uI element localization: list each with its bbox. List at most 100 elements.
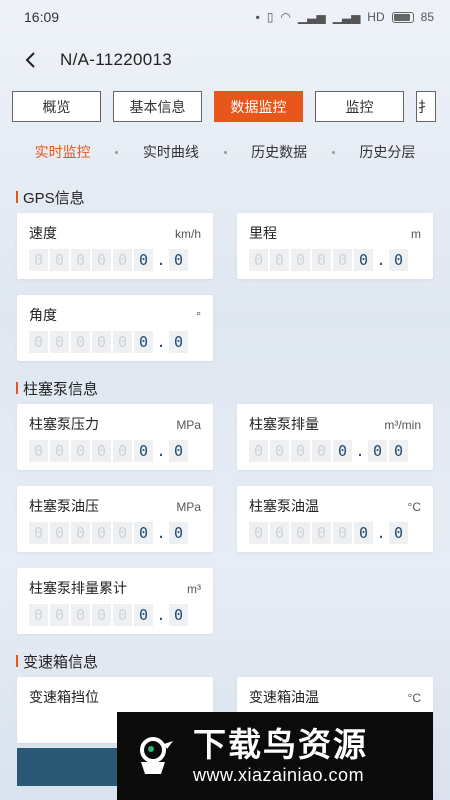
notification-icon: ▪ bbox=[255, 10, 260, 24]
card-label: 角度 bbox=[29, 307, 57, 323]
main-tabs: 概览 基本信息 数据监控 监控 扌 bbox=[0, 86, 450, 130]
tab-label: 扌 bbox=[418, 98, 432, 115]
watermark-title: 下载鸟资源 bbox=[193, 726, 368, 763]
card-row: 柱塞泵压力 MPa 000000.0 柱塞泵排量 m³/min 00000.00 bbox=[17, 404, 433, 470]
angle-card: 角度 ° 000000.0 bbox=[17, 295, 213, 361]
digit-cell: 0 bbox=[291, 249, 310, 271]
digit-cell: 0 bbox=[29, 249, 48, 271]
tab-data-monitoring[interactable]: 数据监控 bbox=[214, 91, 303, 122]
digit-cell: 0 bbox=[92, 249, 111, 271]
network-type-label: HD bbox=[367, 10, 385, 24]
card-unit: °C bbox=[407, 691, 421, 705]
tab-label: 监控 bbox=[345, 98, 374, 115]
status-time: 16:09 bbox=[24, 9, 60, 25]
subtab-history-layers[interactable]: 历史分层 bbox=[335, 142, 440, 162]
signal-icon: ▁▃▅ bbox=[297, 10, 326, 24]
digit-cell: 0 bbox=[134, 522, 153, 544]
card-head: 里程 m bbox=[249, 223, 421, 243]
section-header-gps: GPS信息 bbox=[16, 186, 433, 208]
section-marker bbox=[16, 382, 18, 394]
section-title: 变速箱信息 bbox=[23, 653, 99, 671]
tab-basic-info[interactable]: 基本信息 bbox=[113, 91, 202, 122]
digit-display: 000000.0 bbox=[29, 604, 201, 626]
vibrate-icon: ▯ bbox=[266, 10, 274, 24]
digit-cell: 0 bbox=[134, 604, 153, 626]
digit-cell: 0 bbox=[92, 522, 111, 544]
subtab-realtime-monitor[interactable]: 实时监控 bbox=[10, 142, 115, 162]
decimal-point: . bbox=[156, 606, 166, 624]
monitor-content: GPS信息 速度 km/h 000000.0 里程 m 000000.0 角度 … bbox=[0, 186, 450, 743]
pump-total-displacement-card: 柱塞泵排量累计 m³ 000000.0 bbox=[17, 568, 213, 634]
card-row: 柱塞泵排量累计 m³ 000000.0 bbox=[17, 568, 433, 634]
card-row: 角度 ° 000000.0 bbox=[17, 295, 433, 361]
digit-cell: 0 bbox=[249, 249, 268, 271]
decimal-point: . bbox=[156, 333, 166, 351]
tab-overview[interactable]: 概览 bbox=[12, 91, 101, 122]
subtab-history-data[interactable]: 历史数据 bbox=[227, 142, 332, 162]
digit-cell: 0 bbox=[249, 522, 268, 544]
digit-cell: 0 bbox=[92, 331, 111, 353]
status-bar: 16:09 ▪ ▯ ◠ ▁▃▅ ▁▃▅ HD 85 bbox=[0, 0, 450, 34]
digit-cell: 0 bbox=[50, 604, 69, 626]
tab-monitoring[interactable]: 监控 bbox=[315, 91, 404, 122]
digit-cell: 0 bbox=[92, 604, 111, 626]
status-icons: ▪ ▯ ◠ ▁▃▅ ▁▃▅ HD 85 bbox=[256, 10, 434, 24]
digit-cell: 0 bbox=[169, 331, 188, 353]
battery-level: 85 bbox=[420, 10, 434, 24]
card-head: 速度 km/h bbox=[29, 223, 201, 243]
digit-cell: 0 bbox=[389, 440, 408, 462]
card-head: 变速箱油温 °C bbox=[249, 687, 421, 707]
card-label: 柱塞泵排量累计 bbox=[29, 580, 127, 596]
card-label: 变速箱挡位 bbox=[29, 689, 99, 705]
card-label: 速度 bbox=[29, 225, 57, 241]
decimal-point: . bbox=[156, 524, 166, 542]
card-unit: m³/min bbox=[384, 418, 421, 432]
watermark-banner: 下载鸟资源 www.xiazainiao.com bbox=[117, 712, 433, 800]
digit-cell: 0 bbox=[50, 522, 69, 544]
card-unit: m³ bbox=[187, 582, 201, 596]
digit-cell: 0 bbox=[333, 522, 352, 544]
decimal-point: . bbox=[156, 442, 166, 460]
pump-displacement-card: 柱塞泵排量 m³/min 00000.00 bbox=[237, 404, 433, 470]
digit-cell: 0 bbox=[270, 522, 289, 544]
card-head: 柱塞泵压力 MPa bbox=[29, 414, 201, 434]
digit-cell: 0 bbox=[113, 249, 132, 271]
digit-cell: 0 bbox=[50, 331, 69, 353]
card-unit: km/h bbox=[174, 227, 201, 241]
digit-cell: 0 bbox=[71, 440, 90, 462]
digit-cell: 0 bbox=[312, 249, 331, 271]
card-unit: ° bbox=[196, 309, 201, 323]
back-button[interactable] bbox=[16, 46, 44, 74]
digit-cell: 0 bbox=[113, 331, 132, 353]
watermark-text: 下载鸟资源 www.xiazainiao.com bbox=[193, 726, 368, 786]
tab-more[interactable]: 扌 bbox=[416, 91, 436, 122]
title-bar: N/A-11220013 bbox=[0, 34, 450, 86]
watermark-url: www.xiazainiao.com bbox=[193, 765, 365, 785]
digit-cell: 0 bbox=[333, 440, 352, 462]
digit-cell: 0 bbox=[291, 522, 310, 544]
sub-tabs: 实时监控 实时曲线 历史数据 历史分层 bbox=[0, 130, 450, 174]
card-label: 柱塞泵油温 bbox=[249, 498, 319, 514]
decimal-point: . bbox=[376, 524, 386, 542]
digit-display: 000000.0 bbox=[29, 440, 201, 462]
card-label: 里程 bbox=[249, 225, 277, 241]
card-unit: MPa bbox=[176, 500, 201, 514]
digit-cell: 0 bbox=[249, 440, 268, 462]
pump-pressure-card: 柱塞泵压力 MPa 000000.0 bbox=[17, 404, 213, 470]
decimal-point: . bbox=[355, 442, 365, 460]
card-head: 柱塞泵排量 m³/min bbox=[249, 414, 421, 434]
digit-display: 000000.0 bbox=[29, 331, 201, 353]
digit-cell: 0 bbox=[113, 604, 132, 626]
pump-oil-pressure-card: 柱塞泵油压 MPa 000000.0 bbox=[17, 486, 213, 552]
tab-label: 概览 bbox=[42, 98, 71, 115]
card-row: 速度 km/h 000000.0 里程 m 000000.0 bbox=[17, 213, 433, 279]
digit-cell: 0 bbox=[29, 440, 48, 462]
page-title: N/A-11220013 bbox=[60, 50, 172, 69]
digit-cell: 0 bbox=[71, 522, 90, 544]
digit-cell: 0 bbox=[71, 604, 90, 626]
subtab-realtime-curve[interactable]: 实时曲线 bbox=[118, 142, 223, 162]
speed-card: 速度 km/h 000000.0 bbox=[17, 213, 213, 279]
card-head: 柱塞泵油温 °C bbox=[249, 496, 421, 516]
bird-logo-icon bbox=[131, 732, 179, 780]
digit-cell: 0 bbox=[270, 249, 289, 271]
